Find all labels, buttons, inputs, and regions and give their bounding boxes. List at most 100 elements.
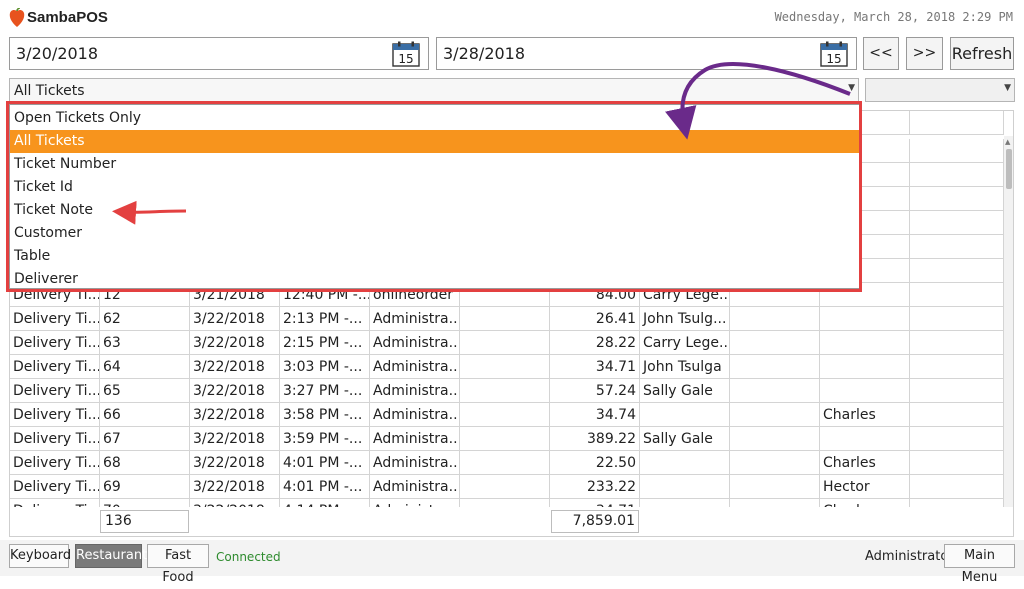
ticket-filter-select[interactable]: All Tickets ▼ (9, 78, 859, 102)
start-date-picker[interactable]: 3/20/2018 15 (9, 37, 429, 70)
table-cell: 34.71 (550, 355, 640, 379)
chevron-down-icon[interactable]: ▼ (848, 83, 855, 93)
previous-button[interactable]: << (863, 37, 899, 70)
restaurant-button[interactable]: Restaurant (75, 544, 147, 568)
table-cell: Administra... (370, 403, 460, 427)
table-cell (730, 379, 820, 403)
table-cell (730, 403, 820, 427)
table-cell (730, 307, 820, 331)
table-cell: 2:13 PM -... (280, 307, 370, 331)
table-row[interactable]: Delivery Ti... 67 3/22/2018 3:59 PM -... Adm… (10, 427, 1004, 451)
table-cell: Administra... (370, 307, 460, 331)
table-cell (910, 475, 1004, 499)
table-cell (730, 451, 820, 475)
amount-total: 7,859.01 (551, 510, 639, 533)
column-header[interactable] (910, 111, 1004, 135)
table-cell (640, 475, 730, 499)
table-cell: 64 (100, 355, 190, 379)
table-cell (460, 403, 550, 427)
table-cell (820, 355, 910, 379)
table-cell (910, 139, 1004, 163)
table-cell: 3/22/2018 (190, 307, 280, 331)
fast-food-button[interactable]: Fast Food (147, 544, 209, 585)
table-cell: Charles (820, 451, 910, 475)
table-cell: 3:27 PM -... (280, 379, 370, 403)
table-cell (730, 331, 820, 355)
table-cell: Sally Gale (640, 427, 730, 451)
next-button[interactable]: >> (906, 37, 943, 70)
annotation-highlight-box (6, 101, 862, 292)
table-cell: Delivery Ti... (10, 331, 100, 355)
table-cell (730, 475, 820, 499)
connection-status: Connected (216, 550, 281, 564)
end-date-picker[interactable]: 3/28/2018 15 (436, 37, 857, 70)
table-cell: 3/22/2018 (190, 331, 280, 355)
table-cell: Delivery Ti... (10, 451, 100, 475)
table-cell: 3:59 PM -... (280, 427, 370, 451)
table-cell: 3/22/2018 (190, 379, 280, 403)
table-cell (910, 283, 1004, 307)
table-cell: Delivery Ti... (10, 403, 100, 427)
table-cell: John Tsulga (640, 355, 730, 379)
table-row[interactable]: Delivery Ti... 69 3/22/2018 4:01 PM -... Adm… (10, 475, 1004, 499)
table-cell: 66 (100, 403, 190, 427)
table-cell: 62 (100, 307, 190, 331)
table-cell: 22.50 (550, 451, 640, 475)
table-cell (640, 451, 730, 475)
table-cell: 26.41 (550, 307, 640, 331)
table-cell: Sally Gale (640, 379, 730, 403)
table-row[interactable]: Delivery Ti... 62 3/22/2018 2:13 PM -... Adm… (10, 307, 1004, 331)
table-cell: Administra... (370, 475, 460, 499)
main-menu-button[interactable]: Main Menu (944, 544, 1015, 585)
table-row[interactable]: Delivery Ti... 68 3/22/2018 4:01 PM -... Adm… (10, 451, 1004, 475)
table-cell: 389.22 (550, 427, 640, 451)
clock-display: Wednesday, March 28, 2018 2:29 PM (774, 10, 1013, 24)
table-cell: Administra... (370, 451, 460, 475)
calendar-icon[interactable]: 15 (392, 41, 420, 67)
table-cell: Delivery Ti... (10, 475, 100, 499)
table-cell: 69 (100, 475, 190, 499)
table-cell: 4:01 PM -... (280, 451, 370, 475)
table-cell: Administra... (370, 355, 460, 379)
table-cell: 4:01 PM -... (280, 475, 370, 499)
app-title: SambaPOS (27, 9, 108, 26)
chevron-down-icon[interactable]: ▼ (1004, 83, 1011, 93)
table-row[interactable]: Delivery Ti... 65 3/22/2018 3:27 PM -... Adm… (10, 379, 1004, 403)
table-cell (460, 427, 550, 451)
table-cell (730, 427, 820, 451)
title-bar: SambaPOS Wednesday, March 28, 2018 2:29 … (0, 0, 1024, 34)
table-row[interactable]: Delivery Ti... 63 3/22/2018 2:15 PM -... Adm… (10, 331, 1004, 355)
table-cell (910, 235, 1004, 259)
totals-row: 136 7,859.01 (9, 507, 1014, 537)
start-date-value: 3/20/2018 (16, 44, 99, 63)
table-cell: 67 (100, 427, 190, 451)
secondary-filter-select[interactable]: ▼ (865, 78, 1015, 102)
scrollbar-thumb[interactable] (1006, 149, 1012, 189)
scroll-up-icon[interactable]: ▲ (1005, 138, 1010, 146)
table-cell: Hector (820, 475, 910, 499)
table-cell (910, 451, 1004, 475)
vertical-scrollbar[interactable] (1004, 136, 1013, 509)
table-cell: Delivery Ti... (10, 427, 100, 451)
ticket-filter-value: All Tickets (14, 83, 85, 99)
refresh-button[interactable]: Refresh (950, 37, 1014, 70)
ticket-count-total: 136 (100, 510, 189, 533)
table-cell (910, 355, 1004, 379)
table-cell: 68 (100, 451, 190, 475)
table-cell: 3/22/2018 (190, 475, 280, 499)
table-row[interactable]: Delivery Ti... 64 3/22/2018 3:03 PM -... Adm… (10, 355, 1004, 379)
calendar-icon[interactable]: 15 (820, 41, 848, 67)
table-cell: Delivery Ti... (10, 355, 100, 379)
table-cell: 34.74 (550, 403, 640, 427)
table-cell: Delivery Ti... (10, 307, 100, 331)
table-cell (820, 307, 910, 331)
table-cell (910, 403, 1004, 427)
table-cell: 65 (100, 379, 190, 403)
table-cell: 3/22/2018 (190, 355, 280, 379)
table-row[interactable]: Delivery Ti... 66 3/22/2018 3:58 PM -... Adm… (10, 403, 1004, 427)
table-cell (820, 331, 910, 355)
keyboard-button[interactable]: Keyboard (9, 544, 71, 568)
current-user: Administrator (865, 549, 954, 564)
table-cell (460, 475, 550, 499)
table-cell (910, 187, 1004, 211)
